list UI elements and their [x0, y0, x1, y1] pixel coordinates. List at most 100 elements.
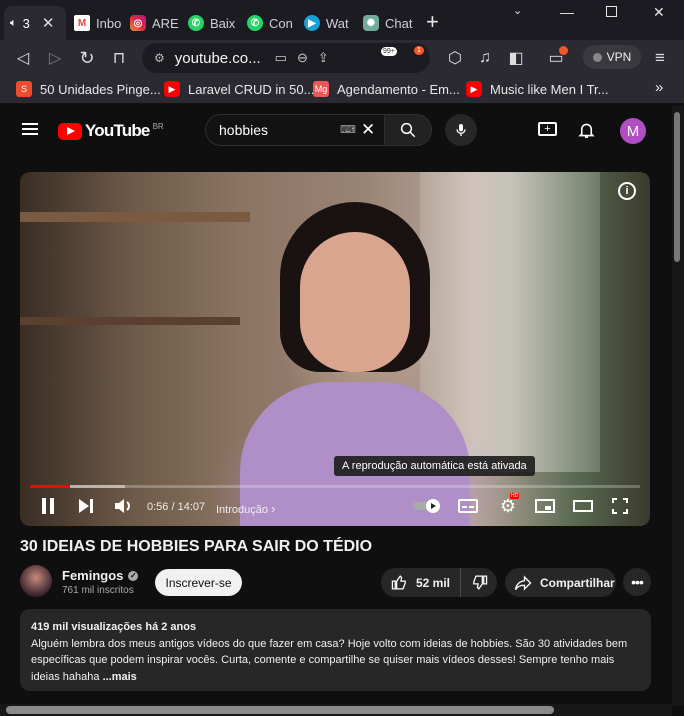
maximize-icon[interactable]	[606, 6, 617, 17]
like-button[interactable]: 52 mil	[381, 568, 461, 597]
bookmark-item[interactable]: ▶ Laravel CRUD in 50...	[164, 81, 314, 97]
channel-avatar[interactable]	[20, 565, 52, 597]
close-tab-icon[interactable]: ✕	[42, 14, 55, 32]
create-video-icon[interactable]: +	[538, 122, 557, 136]
fullscreen-icon	[612, 498, 628, 514]
tab-watch[interactable]: ▶ Wat	[298, 6, 355, 40]
notifications-bell-icon[interactable]	[577, 120, 596, 140]
tab-chatgpt[interactable]: ✺ Chat	[357, 6, 418, 40]
keyboard-icon[interactable]: ⌨	[340, 123, 356, 136]
mg-icon: Mg	[313, 81, 329, 97]
share-label: Compartilhar	[540, 575, 615, 590]
chapter-title[interactable]: Introdução ›	[216, 501, 275, 516]
theater-mode-button[interactable]	[573, 494, 593, 518]
close-window-icon[interactable]: ✕	[653, 4, 665, 21]
play-app-icon: ▶	[304, 15, 320, 31]
voice-search-button[interactable]	[445, 114, 477, 146]
tab-instagram[interactable]: ◎ ARE	[124, 6, 185, 40]
speaker-icon[interactable]: 🔈︎	[10, 17, 17, 30]
fullscreen-button[interactable]	[611, 494, 629, 518]
menu-icon[interactable]: ≡	[650, 48, 670, 68]
bookmarks-bar: S 50 Unidades Pinge... ▶ Laravel CRUD in…	[0, 76, 684, 104]
region-code: BR	[152, 121, 164, 131]
wallet-notification-dot	[559, 46, 568, 55]
shield-count-badge: 99+	[381, 47, 397, 56]
like-dislike-group: 52 mil	[381, 568, 497, 597]
scroll-thumb[interactable]	[6, 706, 554, 714]
tab-whatsapp-1[interactable]: ✆ Baix	[182, 6, 241, 40]
time-display: 0:56 / 14:07	[147, 501, 206, 513]
bookmarks-overflow[interactable]: »	[655, 79, 663, 96]
next-button[interactable]	[78, 494, 94, 518]
vpn-status-icon	[592, 52, 602, 62]
vertical-scrollbar[interactable]	[672, 106, 684, 706]
bookmark-item[interactable]: ▶ Music like Men I Tr...	[466, 81, 608, 97]
description-box[interactable]: 419 mil visualizações há 2 anos Alguém l…	[20, 609, 651, 691]
bookmark-item[interactable]: Mg Agendamento - Em...	[313, 81, 460, 97]
rewards-count-badge: 1	[414, 46, 424, 55]
site-info-icon[interactable]: ⚙	[154, 51, 165, 65]
share-page-icon[interactable]: ⇪	[318, 50, 329, 66]
show-more-link[interactable]: ...mais	[103, 671, 137, 683]
pause-icon	[42, 498, 54, 514]
vpn-button[interactable]: VPN	[583, 45, 641, 69]
video-player[interactable]: i A reprodução automática está ativada 0…	[20, 172, 650, 526]
miniplayer-icon	[535, 499, 555, 513]
tab-strip: 🔈︎ 3 ✕ M Inbo ◎ ARE ✆ Baix ✆ Con ▶ Wat ✺…	[0, 0, 684, 40]
tab-label: ARE	[152, 15, 179, 31]
youtube-logo[interactable]: YouTube BR	[58, 121, 164, 141]
sidebar-icon[interactable]: ◧	[506, 48, 526, 68]
bookmark-label: Laravel CRUD in 50...	[188, 81, 315, 97]
new-tab-button[interactable]: +	[426, 10, 439, 34]
subscribe-button[interactable]: Inscrever-se	[155, 569, 242, 596]
menu-hamburger-icon[interactable]	[22, 123, 38, 135]
settings-button[interactable]: ⚙ HD	[498, 493, 520, 518]
subscriber-count: 761 mil inscritos	[62, 585, 134, 596]
forward-icon[interactable]: ▷	[45, 48, 65, 68]
tab-label: 3	[22, 15, 30, 31]
bookmark-item[interactable]: S 50 Unidades Pinge...	[16, 81, 161, 97]
reload-icon[interactable]: ↻	[77, 48, 97, 68]
gmail-icon: M	[74, 15, 90, 31]
pause-button[interactable]	[40, 494, 56, 518]
search-button[interactable]	[384, 114, 432, 146]
bookmark-icon[interactable]: ⊓	[109, 48, 129, 68]
extensions-icon[interactable]: ⬡	[445, 48, 465, 68]
autoplay-toggle-icon	[413, 499, 440, 513]
horizontal-scrollbar[interactable]	[0, 704, 672, 716]
share-button[interactable]: Compartilhar	[505, 568, 616, 597]
progress-bar[interactable]	[30, 485, 640, 488]
search-icon	[400, 122, 416, 138]
back-icon[interactable]: ◁	[13, 48, 33, 68]
music-icon[interactable]: ♫	[475, 48, 495, 68]
scroll-thumb[interactable]	[674, 112, 680, 262]
youtube-play-icon	[58, 122, 82, 140]
tab-whatsapp-2[interactable]: ✆ Con	[241, 6, 299, 40]
account-avatar[interactable]: M	[620, 118, 646, 144]
subtitles-button[interactable]	[458, 494, 478, 518]
tab-label: Con	[269, 15, 293, 31]
minimize-icon[interactable]: —	[560, 4, 574, 20]
dislike-button[interactable]	[461, 574, 497, 591]
tab-label: Chat	[385, 15, 413, 31]
chapter-label: Introdução	[216, 504, 268, 516]
shelf-decoration	[20, 212, 250, 222]
autoplay-toggle[interactable]	[413, 494, 441, 518]
miniplayer-button[interactable]	[535, 494, 555, 518]
tab-gmail[interactable]: M Inbo	[68, 6, 127, 40]
volume-button[interactable]	[114, 494, 134, 518]
youtube-icon: ▶	[164, 81, 180, 97]
more-actions-button[interactable]: •••	[623, 568, 651, 596]
bookmark-label: Agendamento - Em...	[337, 81, 460, 97]
hd-badge: HD	[510, 493, 520, 499]
search-input[interactable]: hobbies ⌨ ✕	[205, 114, 386, 146]
zoom-icon[interactable]: ⊖	[297, 50, 308, 66]
chatgpt-icon: ✺	[363, 15, 379, 31]
tab-active[interactable]: 🔈︎ 3 ✕	[4, 6, 66, 40]
volume-icon	[115, 499, 130, 513]
cast-icon[interactable]: ▭	[275, 50, 287, 66]
info-icon[interactable]: i	[618, 182, 636, 200]
tab-list-chevron-icon[interactable]: ⌄	[513, 4, 522, 17]
channel-name[interactable]: Femingos ✓	[62, 568, 139, 583]
clear-search-icon[interactable]: ✕	[361, 120, 375, 140]
